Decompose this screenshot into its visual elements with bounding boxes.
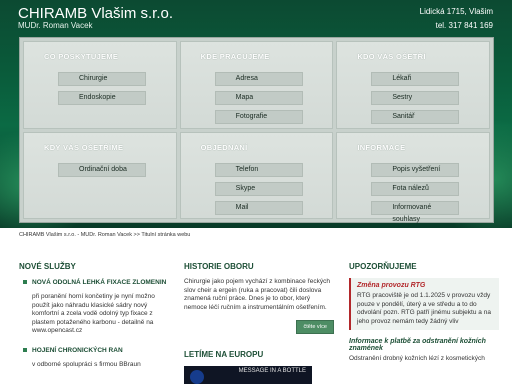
menu-item-sestry[interactable]: Sestry <box>371 91 460 105</box>
message-in-bottle-banner[interactable]: MESSAGE IN A BOTTLE <box>184 366 312 384</box>
menu-box-title: OBJEDNÁNÍ <box>200 142 248 152</box>
europe-title: LETÍME NA EUROPU <box>184 350 264 359</box>
menu-item-mail[interactable]: Mail <box>214 200 303 215</box>
news-item-2[interactable]: HOJENÍ CHRONICKÝCH RAN <box>19 346 169 355</box>
menu-item-sanitar[interactable]: Sanitář <box>371 110 460 124</box>
notice-title: UPOZORŇUJEME <box>349 262 417 271</box>
read-more-button[interactable]: čtěte více <box>296 320 334 334</box>
menu-item-telefon[interactable]: Telefon <box>214 162 303 177</box>
menu-box-title: KDO VÁS OŠETŘÍ <box>357 52 426 61</box>
history-column: HISTORIE OBORU Chirurgie jako pojem vych… <box>184 262 334 384</box>
notice-column: UPOZORŇUJEME Změna provozu RTG RTG praco… <box>349 262 499 364</box>
payment-info-text: Odstranění drobný kožních lézí z kosmeti… <box>349 355 485 362</box>
rtg-notice-text: RTG pracoviště je od 1.1.2025 v provozu … <box>357 292 491 325</box>
nasa-logo-icon <box>190 370 204 384</box>
history-title: HISTORIE OBORU <box>184 262 254 271</box>
bullet-icon <box>23 347 27 352</box>
menu-box-staff: KDO VÁS OŠETŘÍ Lékaři Sestry Sanitář <box>336 41 490 129</box>
header-band: CHIRAMB Vlašim s.r.o. MUDr. Roman Vacek … <box>0 0 512 228</box>
menu-item-informovane-souhlasy[interactable]: Informované souhlasy <box>371 200 460 223</box>
phone: tel. 317 841 169 <box>435 21 493 30</box>
breadcrumb[interactable]: CHIRAMB Vlašim s.r.o. - MUDr. Roman Vace… <box>19 232 190 238</box>
menu-item-mapa[interactable]: Mapa <box>214 91 303 105</box>
news-item-2-text: v odborné spolupráci s firmou BBraun <box>32 360 141 368</box>
menu-box-services: CO POSKYTUJEME Chirurgie Endoskopie <box>23 41 177 129</box>
rtg-notice: Změna provozu RTG RTG pracoviště je od 1… <box>349 278 499 330</box>
menu-item-endoskopie[interactable]: Endoskopie <box>58 91 146 105</box>
menu-box-title: INFORMACE <box>357 142 406 152</box>
menu-item-fotografie[interactable]: Fotografie <box>214 110 303 124</box>
menu-box-location: KDE PRACUJEME Adresa Mapa Fotografie <box>179 41 334 129</box>
payment-info-title[interactable]: Informace k platbě za odstranění kožních… <box>349 338 499 352</box>
menu-box-hours: KDY VÁS OŠETŘÍME Ordinační doba <box>23 131 177 219</box>
rtg-notice-title: Změna provozu RTG <box>357 282 426 289</box>
news-item-1-text: při poranění horní končetiny je nyní mož… <box>32 293 155 334</box>
news-item-1-title[interactable]: NOVÁ ODOLNÁ LEHKÁ FIXACE ZLOMENIN <box>32 278 166 287</box>
news-item-1[interactable]: NOVÁ ODOLNÁ LEHKÁ FIXACE ZLOMENIN <box>19 278 169 287</box>
bullet-icon <box>23 280 27 284</box>
menu-item-skype[interactable]: Skype <box>214 181 303 196</box>
menu-box-booking: OBJEDNÁNÍ Telefon Skype Mail <box>179 131 334 219</box>
news-title: NOVÉ SLUŽBY <box>19 262 76 271</box>
menu-item-lekari[interactable]: Lékaři <box>371 72 460 86</box>
menu-box-title: KDE PRACUJEME <box>200 52 270 61</box>
menu-item-ordinacni-doba[interactable]: Ordinační doba <box>58 162 146 177</box>
history-text: Chirurgie jako pojem vychází z kombinace… <box>184 278 330 311</box>
main-menu-panel: CO POSKYTUJEME Chirurgie Endoskopie KDE … <box>19 37 494 223</box>
menu-item-popis-vysetreni[interactable]: Popis vyšetření <box>371 162 460 177</box>
menu-item-adresa[interactable]: Adresa <box>214 72 303 86</box>
news-item-2-title[interactable]: HOJENÍ CHRONICKÝCH RAN <box>32 346 123 355</box>
menu-item-chirurgie[interactable]: Chirurgie <box>58 72 146 86</box>
address: Lidická 1715, Vlašim <box>419 7 493 16</box>
news-column: NOVÉ SLUŽBY NOVÁ ODOLNÁ LEHKÁ FIXACE ZLO… <box>19 262 169 369</box>
menu-box-title: KDY VÁS OŠETŘÍME <box>44 142 124 152</box>
banner-text: MESSAGE IN A BOTTLE <box>238 368 306 374</box>
site-subtitle: MUDr. Roman Vacek <box>18 21 93 30</box>
menu-item-fota-nalezu[interactable]: Fota nálezů <box>371 181 460 196</box>
menu-box-info: INFORMACE Popis vyšetření Fota nálezů In… <box>336 131 490 223</box>
site-title[interactable]: CHIRAMB Vlašim s.r.o. <box>18 5 173 22</box>
menu-box-title: CO POSKYTUJEME <box>44 52 119 61</box>
